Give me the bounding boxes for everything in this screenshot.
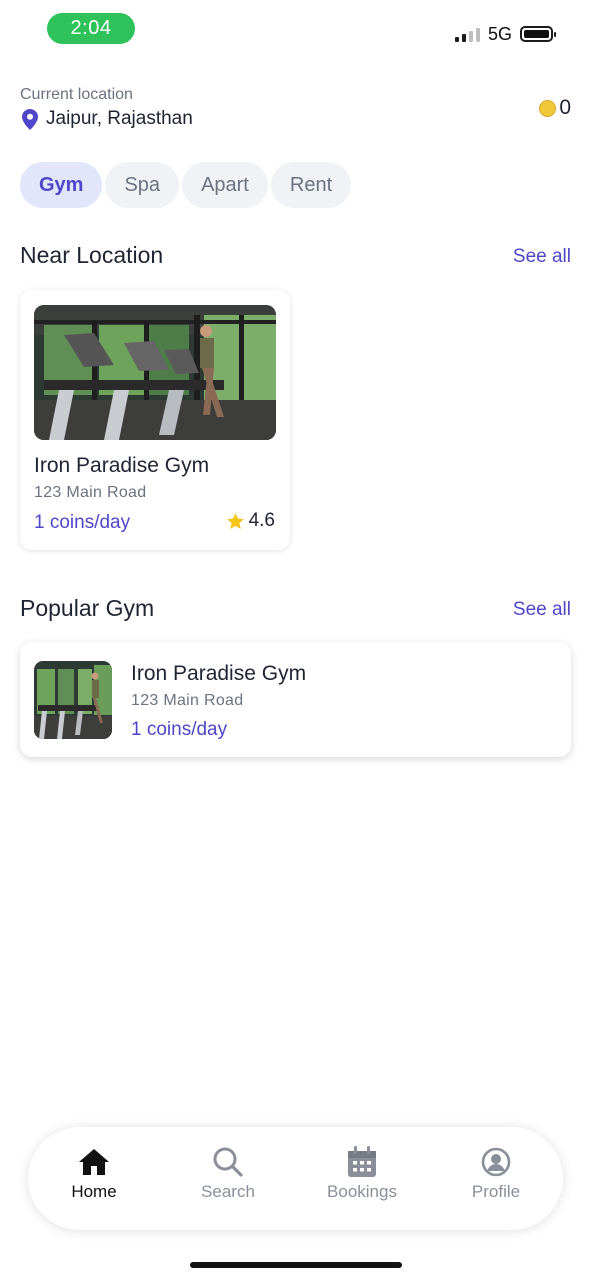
tab-apart[interactable]: Apart xyxy=(182,162,268,208)
popular-gym-card[interactable]: Iron Paradise Gym 123 Main Road 1 coins/… xyxy=(20,642,571,757)
bottom-navigation: Home Search Bookings Profile xyxy=(28,1127,563,1230)
coin-icon xyxy=(539,99,557,117)
current-location-label: Current location xyxy=(20,86,133,103)
near-gym-price: 1 coins/day xyxy=(34,512,131,533)
home-indicator xyxy=(190,1262,402,1268)
status-indicators: 5G xyxy=(454,22,556,46)
search-icon xyxy=(213,1147,243,1177)
calendar-icon xyxy=(348,1146,376,1177)
near-gym-name: Iron Paradise Gym xyxy=(34,454,210,477)
near-gym-card[interactable]: Iron Paradise Gym 123 Main Road 1 coins/… xyxy=(20,290,290,550)
coin-count: 0 xyxy=(559,96,571,119)
rating-value: 4.6 xyxy=(248,510,275,531)
star-icon xyxy=(226,512,244,529)
near-location-title: Near Location xyxy=(20,242,164,268)
location-selector[interactable]: Jaipur, Rajasthan xyxy=(22,108,193,130)
nav-bookings[interactable]: Bookings xyxy=(307,1145,417,1202)
gym-rating: 4.6 xyxy=(226,510,275,532)
signal-icon xyxy=(454,26,480,42)
network-type: 5G xyxy=(487,23,512,44)
nav-home[interactable]: Home xyxy=(39,1145,149,1202)
profile-icon xyxy=(481,1147,511,1177)
status-time: 2:04 xyxy=(47,13,135,44)
nav-profile[interactable]: Profile xyxy=(441,1145,551,1202)
near-see-all-link[interactable]: See all xyxy=(513,246,571,268)
category-tabs: Gym Spa Apart Rent xyxy=(20,162,352,208)
tab-gym[interactable]: Gym xyxy=(20,162,103,208)
tab-rent[interactable]: Rent xyxy=(270,162,352,208)
gym-thumbnail xyxy=(34,661,112,739)
popular-gym-price: 1 coins/day xyxy=(131,719,228,740)
battery-icon xyxy=(520,26,556,42)
nav-profile-label: Profile xyxy=(471,1182,521,1201)
near-gym-address: 123 Main Road xyxy=(34,484,147,501)
popular-gym-title: Popular Gym xyxy=(20,595,155,621)
nav-home-label: Home xyxy=(71,1182,117,1201)
location-city: Jaipur, Rajasthan xyxy=(46,108,193,129)
home-icon xyxy=(79,1149,109,1175)
coin-balance[interactable]: 0 xyxy=(539,96,571,120)
popular-gym-address: 123 Main Road xyxy=(131,692,244,709)
nav-bookings-label: Bookings xyxy=(327,1182,397,1201)
location-pin-icon xyxy=(22,108,38,130)
popular-see-all-link[interactable]: See all xyxy=(513,599,571,621)
tab-spa[interactable]: Spa xyxy=(105,162,180,208)
nav-search-label: Search xyxy=(201,1182,255,1201)
popular-gym-name: Iron Paradise Gym xyxy=(131,662,307,685)
nav-search[interactable]: Search xyxy=(173,1145,283,1202)
gym-photo xyxy=(34,305,276,440)
